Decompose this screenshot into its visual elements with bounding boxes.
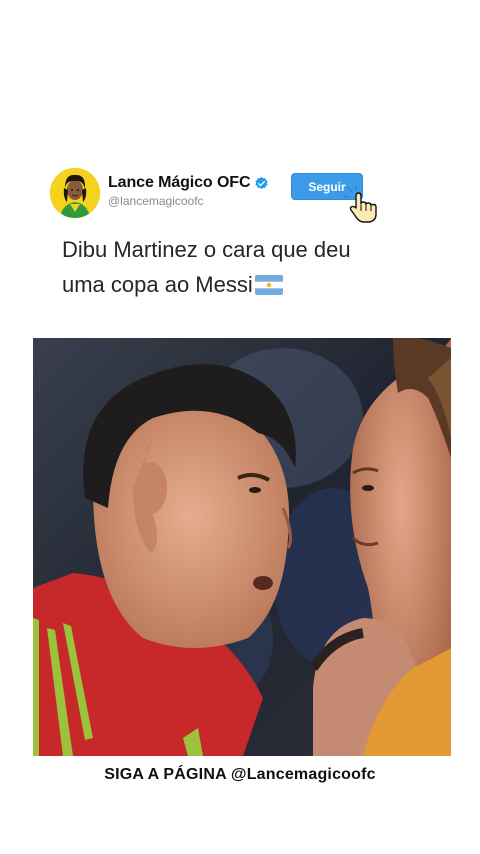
verified-badge-icon (254, 176, 269, 191)
caption-line-2-text: uma copa ao Messi (62, 272, 253, 297)
caption-line-1: Dibu Martinez o cara que deu (62, 237, 351, 262)
argentina-flag-icon (254, 270, 283, 305)
post-caption: Dibu Martinez o cara que deu uma copa ao… (62, 232, 422, 305)
caption-line-2: uma copa ao Messi (62, 267, 422, 305)
avatar-illustration-icon (50, 168, 100, 218)
user-handle[interactable]: @lancemagicoofc (108, 194, 204, 208)
hand-pointer-icon (343, 185, 384, 224)
avatar[interactable] (50, 168, 100, 218)
post-card: Lance Mágico OFC @lancemagicoofc Seguir (0, 0, 480, 854)
video-player[interactable] (33, 338, 451, 756)
footer-cta: SIGA A PÁGINA @Lancemagicoofc (104, 766, 376, 783)
display-name[interactable]: Lance Mágico OFC (108, 174, 251, 192)
name-row: Lance Mágico OFC (108, 174, 269, 192)
video-frame-image (33, 338, 451, 756)
